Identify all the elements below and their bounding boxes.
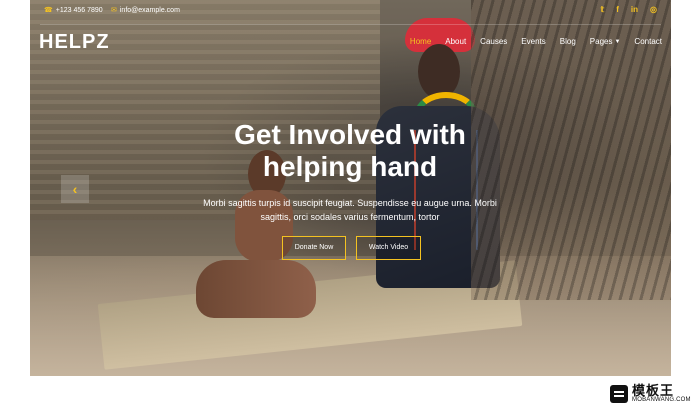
email-contact[interactable]: ✉ info@example.com xyxy=(111,7,180,14)
watch-video-button[interactable]: Watch Video xyxy=(356,236,421,260)
linkedin-icon[interactable]: in xyxy=(631,6,638,14)
nav-events[interactable]: Events xyxy=(521,37,545,46)
page-root: ‹ › ☎ +123 456 7890 ✉ info@example.com 𝕥… xyxy=(0,0,700,414)
email-address: info@example.com xyxy=(119,7,180,14)
chevron-down-icon: ▼ xyxy=(614,39,621,45)
watermark-logo: 模板王 MOBANWANG.COM xyxy=(610,380,692,407)
twitter-icon[interactable]: 𝕥 xyxy=(601,6,605,14)
instagram-icon[interactable]: ◎ xyxy=(650,6,657,14)
hero-title-line-1: Get Involved with xyxy=(234,119,466,150)
hero-title-line-2: helping hand xyxy=(262,151,438,182)
nav-contact[interactable]: Contact xyxy=(634,37,662,46)
donate-now-button[interactable]: Donate Now xyxy=(282,236,346,260)
hero-title: Get Involved with helping hand xyxy=(0,119,700,183)
phone-number: +123 456 7890 xyxy=(55,7,103,14)
nav-pages[interactable]: Pages ▼ xyxy=(590,37,621,46)
face-shape xyxy=(418,44,460,99)
phone-icon: ☎ xyxy=(44,7,53,14)
nav-causes[interactable]: Causes xyxy=(480,37,507,46)
facebook-icon[interactable]: f xyxy=(616,6,619,14)
mail-icon: ✉ xyxy=(111,7,117,14)
hero-banner: ‹ › xyxy=(30,0,671,376)
nav-home[interactable]: Home xyxy=(410,37,431,46)
watermark-subtitle: MOBANWANG.COM xyxy=(632,397,691,403)
main-navigation: Home About Causes Events Blog Pages ▼ Con… xyxy=(410,37,662,46)
watermark-text: 模板王 MOBANWANG.COM xyxy=(632,384,691,403)
phone-contact[interactable]: ☎ +123 456 7890 xyxy=(44,7,103,14)
site-logo[interactable]: HELPZ xyxy=(39,31,110,54)
watermark-icon xyxy=(610,384,628,403)
top-bar: ☎ +123 456 7890 ✉ info@example.com 𝕥 f i… xyxy=(40,0,661,25)
watermark-title: 模板王 xyxy=(632,383,675,398)
nav-blog[interactable]: Blog xyxy=(560,37,576,46)
social-links: 𝕥 f in ◎ xyxy=(601,6,658,14)
nav-pages-label: Pages xyxy=(589,37,613,46)
hero-subtitle: Morbi sagittis turpis id suscipit feugia… xyxy=(203,198,497,222)
child-legs-shape xyxy=(196,260,316,318)
nav-about[interactable]: About xyxy=(445,37,466,46)
